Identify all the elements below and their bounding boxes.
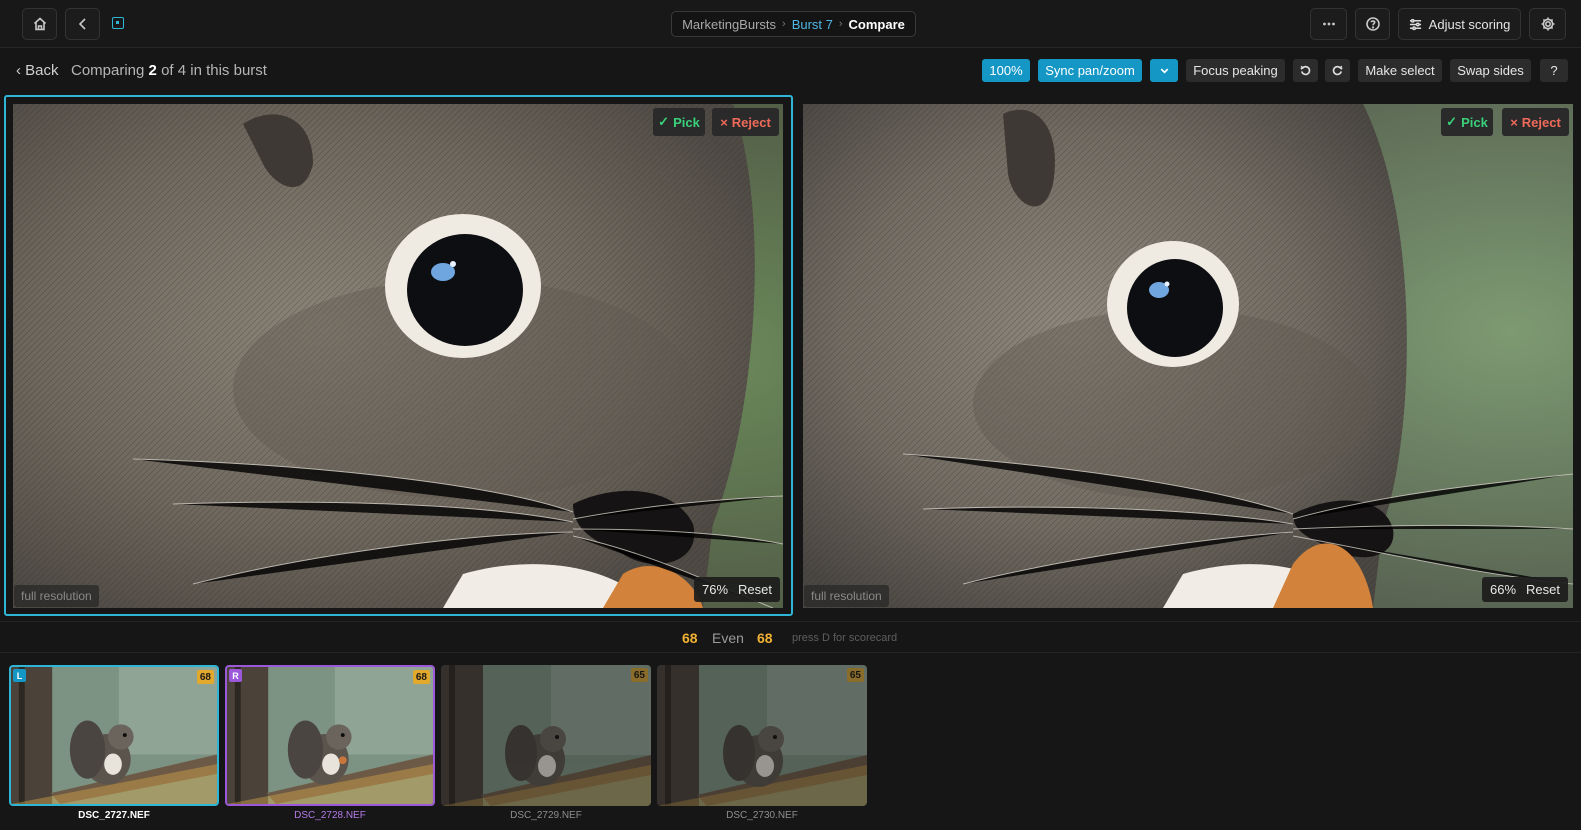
- left-reject-button[interactable]: × Reject: [712, 108, 779, 136]
- breadcrumb: MarketingBursts › Burst 7 › Compare: [671, 11, 916, 37]
- right-resolution-label: full resolution: [804, 585, 889, 607]
- left-zoom-control: 76% Reset: [694, 577, 780, 602]
- make-select-button[interactable]: Make select: [1358, 59, 1442, 82]
- zoom-100-button[interactable]: 100%: [982, 59, 1030, 82]
- thumb-score-badge: 65: [630, 668, 648, 682]
- left-score: 68: [682, 630, 698, 646]
- breadcrumb-burst[interactable]: Burst 7: [792, 17, 833, 32]
- right-image-viewport[interactable]: [803, 104, 1573, 608]
- thumb-score-badge: 68: [196, 670, 214, 684]
- sync-pan-zoom-button[interactable]: Sync pan/zoom: [1038, 59, 1142, 82]
- breadcrumb-separator: ›: [838, 18, 843, 30]
- rotate-right-icon: [1332, 65, 1343, 76]
- right-reset-button[interactable]: Reset: [1526, 582, 1560, 597]
- comparing-prefix: Comparing: [71, 62, 145, 79]
- squirrel-photo-right: [803, 104, 1573, 608]
- gear-icon: [1541, 17, 1554, 31]
- filmstrip-thumb[interactable]: R 68: [225, 665, 435, 806]
- check-icon: ✓: [658, 114, 670, 129]
- help-icon: [1365, 17, 1380, 31]
- settings-button[interactable]: [1529, 8, 1566, 40]
- focus-peaking-button[interactable]: Focus peaking: [1186, 59, 1285, 82]
- back-link[interactable]: ‹ Back: [16, 62, 59, 79]
- nav-back-button[interactable]: [65, 8, 100, 40]
- more-button[interactable]: [1310, 8, 1347, 40]
- right-pick-button[interactable]: ✓ Pick: [1441, 108, 1493, 136]
- thumbnail-image: [657, 665, 867, 806]
- thumb-filename: DSC_2729.NEF: [510, 810, 582, 821]
- breadcrumb-compare: Compare: [848, 16, 905, 32]
- left-resolution-label: full resolution: [14, 585, 99, 607]
- thumbnail-image: [441, 665, 651, 806]
- rotate-left-icon: [1300, 65, 1311, 76]
- comparing-status: Comparing 2 of 4 in this burst: [71, 62, 267, 79]
- help-button[interactable]: [1355, 8, 1390, 40]
- more-icon: [1322, 22, 1335, 26]
- x-icon: ×: [1510, 114, 1518, 130]
- left-reset-button[interactable]: Reset: [738, 582, 772, 597]
- help-shortcut-button[interactable]: ?: [1540, 59, 1568, 82]
- filmstrip-thumb[interactable]: 65: [441, 665, 651, 806]
- swap-sides-button[interactable]: Swap sides: [1450, 59, 1531, 82]
- home-icon: [33, 17, 46, 31]
- filmstrip-thumb[interactable]: 65: [657, 665, 867, 806]
- thumb-score-badge: 68: [412, 670, 430, 684]
- compare-toolbar: ‹ Back Comparing 2 of 4 in this burst 10…: [0, 49, 1581, 91]
- thumb-filename: DSC_2727.NEF: [78, 810, 150, 821]
- comparing-suffix: of 4 in this burst: [161, 62, 267, 79]
- score-verdict: Even: [712, 630, 744, 646]
- reject-label: Reject: [1521, 114, 1561, 130]
- right-score: 68: [757, 630, 773, 646]
- left-image-viewport[interactable]: [13, 104, 783, 608]
- breadcrumb-marketingbursts[interactable]: MarketingBursts: [682, 17, 776, 32]
- thumb-score-badge: 65: [846, 668, 864, 682]
- score-comparison-row: 68 Even 68 press D for scorecard: [0, 621, 1581, 653]
- reject-label: Reject: [731, 114, 771, 130]
- right-side-badge: R: [229, 669, 242, 682]
- pick-label: Pick: [673, 114, 700, 130]
- right-zoom-level: 66%: [1490, 582, 1517, 597]
- thumb-filename: DSC_2730.NEF: [726, 810, 798, 821]
- home-button[interactable]: [22, 8, 57, 40]
- pick-label: Pick: [1461, 114, 1488, 130]
- x-icon: ×: [720, 114, 728, 130]
- rotate-right-button[interactable]: [1325, 59, 1350, 82]
- scorecard-hint: press D for scorecard: [792, 632, 898, 644]
- chevron-down-icon: [1160, 68, 1168, 74]
- filmstrip-thumb[interactable]: L 68: [9, 665, 219, 806]
- right-reject-button[interactable]: × Reject: [1502, 108, 1569, 136]
- top-bar: MarketingBursts › Burst 7 › Compare Adju…: [0, 0, 1581, 48]
- adjust-scoring-label: Adjust scoring: [1428, 16, 1511, 32]
- left-side-badge: L: [13, 669, 26, 682]
- thumbnail-image: [227, 667, 433, 804]
- sync-dropdown-button[interactable]: [1150, 59, 1178, 82]
- thumbnail-image: [11, 667, 217, 804]
- back-arrow-icon: [78, 18, 86, 30]
- app-logo-icon: [112, 17, 124, 29]
- right-zoom-control: 66% Reset: [1482, 577, 1568, 602]
- comparing-count: 2: [148, 62, 157, 79]
- check-icon: ✓: [1446, 114, 1458, 129]
- breadcrumb-separator: ›: [782, 18, 786, 30]
- squirrel-photo-left: [13, 104, 783, 608]
- sliders-icon: [1409, 18, 1421, 30]
- left-pick-button[interactable]: ✓ Pick: [653, 108, 705, 136]
- adjust-scoring-button[interactable]: Adjust scoring: [1398, 8, 1521, 40]
- rotate-left-button[interactable]: [1293, 59, 1318, 82]
- left-zoom-level: 76%: [702, 582, 729, 597]
- thumb-filename: DSC_2728.NEF: [294, 810, 366, 821]
